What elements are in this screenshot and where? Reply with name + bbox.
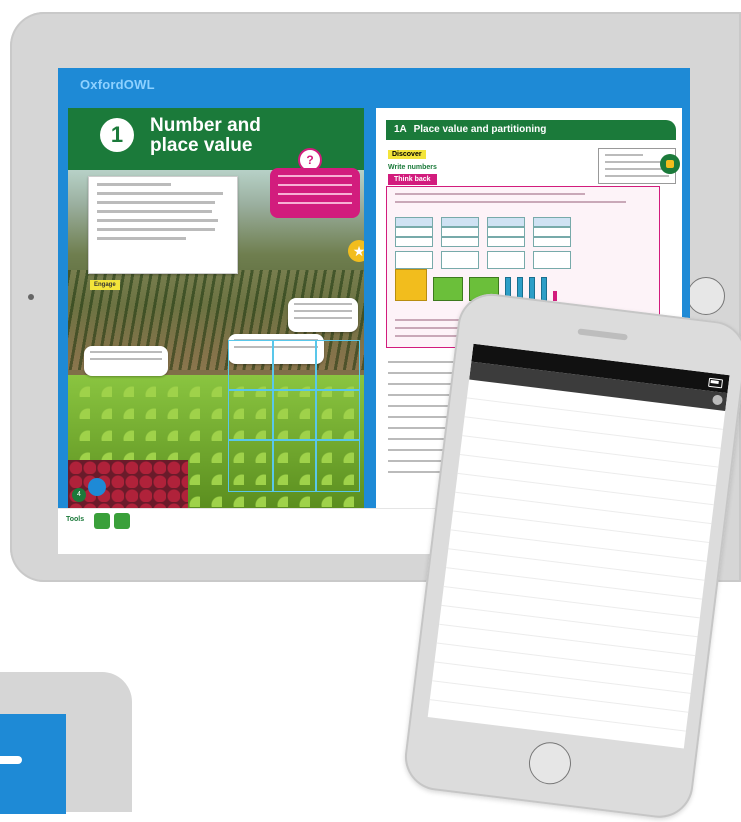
battery-icon <box>708 377 724 389</box>
app-header: OxfordOWL <box>58 68 690 104</box>
chapter-title: Number and place value <box>150 115 261 156</box>
fruit-crate-grid <box>228 340 360 492</box>
pencil-icon[interactable] <box>88 478 106 496</box>
question-bubble <box>270 168 360 218</box>
table-of-contents <box>429 379 726 732</box>
phone-device <box>401 290 741 822</box>
tablet-home-button[interactable] <box>687 277 725 315</box>
second-tablet-tab <box>0 756 22 764</box>
discover-label: Discover <box>388 150 426 159</box>
page-badge: 4 <box>72 488 86 502</box>
speech-bubble <box>84 346 168 376</box>
tools-label: Tools <box>66 516 85 523</box>
phone-home-button[interactable] <box>526 739 574 787</box>
star-icon[interactable]: ★ <box>348 240 364 262</box>
app-logo[interactable]: OxfordOWL <box>80 77 155 92</box>
speaker-icon[interactable] <box>660 154 680 174</box>
section-title: Place value and partitioning <box>413 124 547 135</box>
speech-bubble <box>288 298 358 332</box>
section-header: 1A Place value and partitioning <box>386 120 676 140</box>
learning-objectives-card <box>88 176 238 274</box>
section-number: 1A <box>394 124 407 135</box>
second-tablet-device <box>0 672 132 814</box>
camera <box>28 294 34 300</box>
left-page: 1 Number and place value Engage ? ★ 4 <box>68 108 364 508</box>
engage-label: Engage <box>90 280 120 290</box>
think-back-label: Think back <box>388 174 437 185</box>
phone-speaker <box>577 328 628 341</box>
notes-tool-button[interactable] <box>94 513 110 529</box>
red-fruit-photo <box>68 460 188 508</box>
write-numbers-heading: Write numbers <box>388 164 437 171</box>
pencil-tool-button[interactable] <box>114 513 130 529</box>
place-value-table <box>395 217 571 269</box>
second-tablet-screen <box>0 714 66 814</box>
chapter-number: 1 <box>100 118 134 152</box>
phone-screen <box>427 343 730 749</box>
